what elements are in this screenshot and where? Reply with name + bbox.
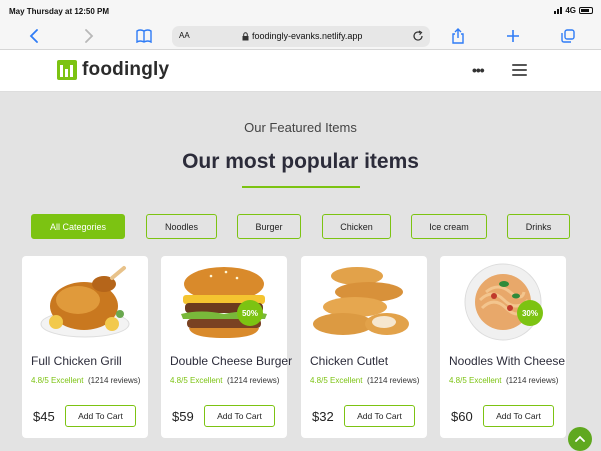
product-price: $32 (312, 409, 334, 424)
review-count: (1214 reviews) (226, 376, 280, 385)
product-name: Chicken Cutlet (310, 354, 389, 368)
logo-text: foodingly (82, 59, 170, 80)
product-rating: 4.8/5 Excellent (1214 reviews) (449, 374, 561, 387)
noodles-cheese-image (464, 263, 542, 341)
product-card[interactable]: Full Chicken Grill 4.8/5 Excellent (1214… (22, 256, 148, 438)
tabs-overview-icon[interactable] (558, 26, 578, 46)
product-card[interactable]: 50% Double Cheese Burger 4.8/5 Excellent… (161, 256, 292, 438)
share-icon[interactable] (448, 26, 468, 46)
site-header: foodingly ••• (0, 50, 601, 92)
product-rating: 4.8/5 Excellent (1214 reviews) (31, 374, 143, 387)
product-card[interactable]: 30% Noodles With Cheese 4.8/5 Excellent … (440, 256, 566, 438)
reload-icon[interactable] (412, 30, 424, 44)
product-price: $60 (451, 409, 473, 424)
rating-score: 4.8/5 Excellent (310, 376, 363, 385)
category-all[interactable]: All Categories (31, 214, 125, 239)
product-price: $45 (33, 409, 55, 424)
hamburger-menu-icon[interactable] (512, 64, 527, 79)
category-noodles[interactable]: Noodles (146, 214, 217, 239)
add-to-cart-button[interactable]: Add To Cart (344, 405, 415, 427)
address-bar[interactable]: AA foodingly-evanks.netlify.app (172, 26, 430, 47)
review-count: (1214 reviews) (87, 376, 141, 385)
logo-fork-icon (57, 60, 77, 80)
site-logo[interactable]: foodingly (57, 59, 169, 81)
product-price: $59 (172, 409, 194, 424)
product-name: Noodles With Cheese (449, 354, 566, 368)
status-bar: May Thursday at 12:50 PM 4G (0, 0, 601, 22)
lock-icon (242, 31, 249, 40)
chevron-up-icon (575, 435, 585, 442)
network-label: 4G (565, 6, 576, 15)
browser-toolbar: AA foodingly-evanks.netlify.app (0, 22, 601, 50)
url-text: foodingly-evanks.netlify.app (252, 31, 363, 41)
section-title: Our most popular items (182, 150, 419, 173)
status-indicators: 4G (554, 6, 593, 15)
add-to-cart-button[interactable]: Add To Cart (483, 405, 554, 427)
battery-icon (579, 7, 593, 14)
category-drinks[interactable]: Drinks (507, 214, 570, 239)
category-ice-cream[interactable]: Ice cream (411, 214, 487, 239)
bookmarks-book-icon[interactable] (134, 26, 154, 46)
product-name: Double Cheese Burger (170, 354, 293, 368)
chicken-grill-image (40, 266, 130, 338)
rating-score: 4.8/5 Excellent (170, 376, 223, 385)
new-tab-plus-icon[interactable] (503, 26, 523, 46)
category-chicken[interactable]: Chicken (322, 214, 391, 239)
product-card[interactable]: Chicken Cutlet 4.8/5 Excellent (1214 rev… (301, 256, 427, 438)
rating-score: 4.8/5 Excellent (31, 376, 84, 385)
discount-badge: 50% (237, 300, 263, 326)
chicken-cutlet-image (313, 267, 409, 335)
product-rating: 4.8/5 Excellent (1214 reviews) (310, 374, 422, 387)
rating-score: 4.8/5 Excellent (449, 376, 502, 385)
forward-arrow-icon[interactable] (79, 26, 99, 46)
title-divider (242, 186, 360, 188)
signal-icon (554, 7, 563, 14)
review-count: (1214 reviews) (505, 376, 559, 385)
text-size-button[interactable]: AA (179, 31, 190, 40)
section-subtitle: Our Featured Items (244, 120, 357, 135)
add-to-cart-button[interactable]: Add To Cart (204, 405, 275, 427)
add-to-cart-button[interactable]: Add To Cart (65, 405, 136, 427)
product-rating: 4.8/5 Excellent (1214 reviews) (170, 374, 282, 387)
review-count: (1214 reviews) (366, 376, 420, 385)
status-time: May Thursday at 12:50 PM (9, 7, 110, 16)
category-burger[interactable]: Burger (237, 214, 301, 239)
url-display[interactable]: foodingly-evanks.netlify.app (242, 31, 362, 41)
product-name: Full Chicken Grill (31, 354, 122, 368)
back-arrow-icon[interactable] (24, 26, 44, 46)
cheese-burger-image (181, 267, 267, 338)
more-dots-icon[interactable]: ••• (472, 62, 485, 78)
discount-badge: 30% (517, 300, 543, 326)
scroll-to-top-button[interactable] (568, 427, 592, 451)
